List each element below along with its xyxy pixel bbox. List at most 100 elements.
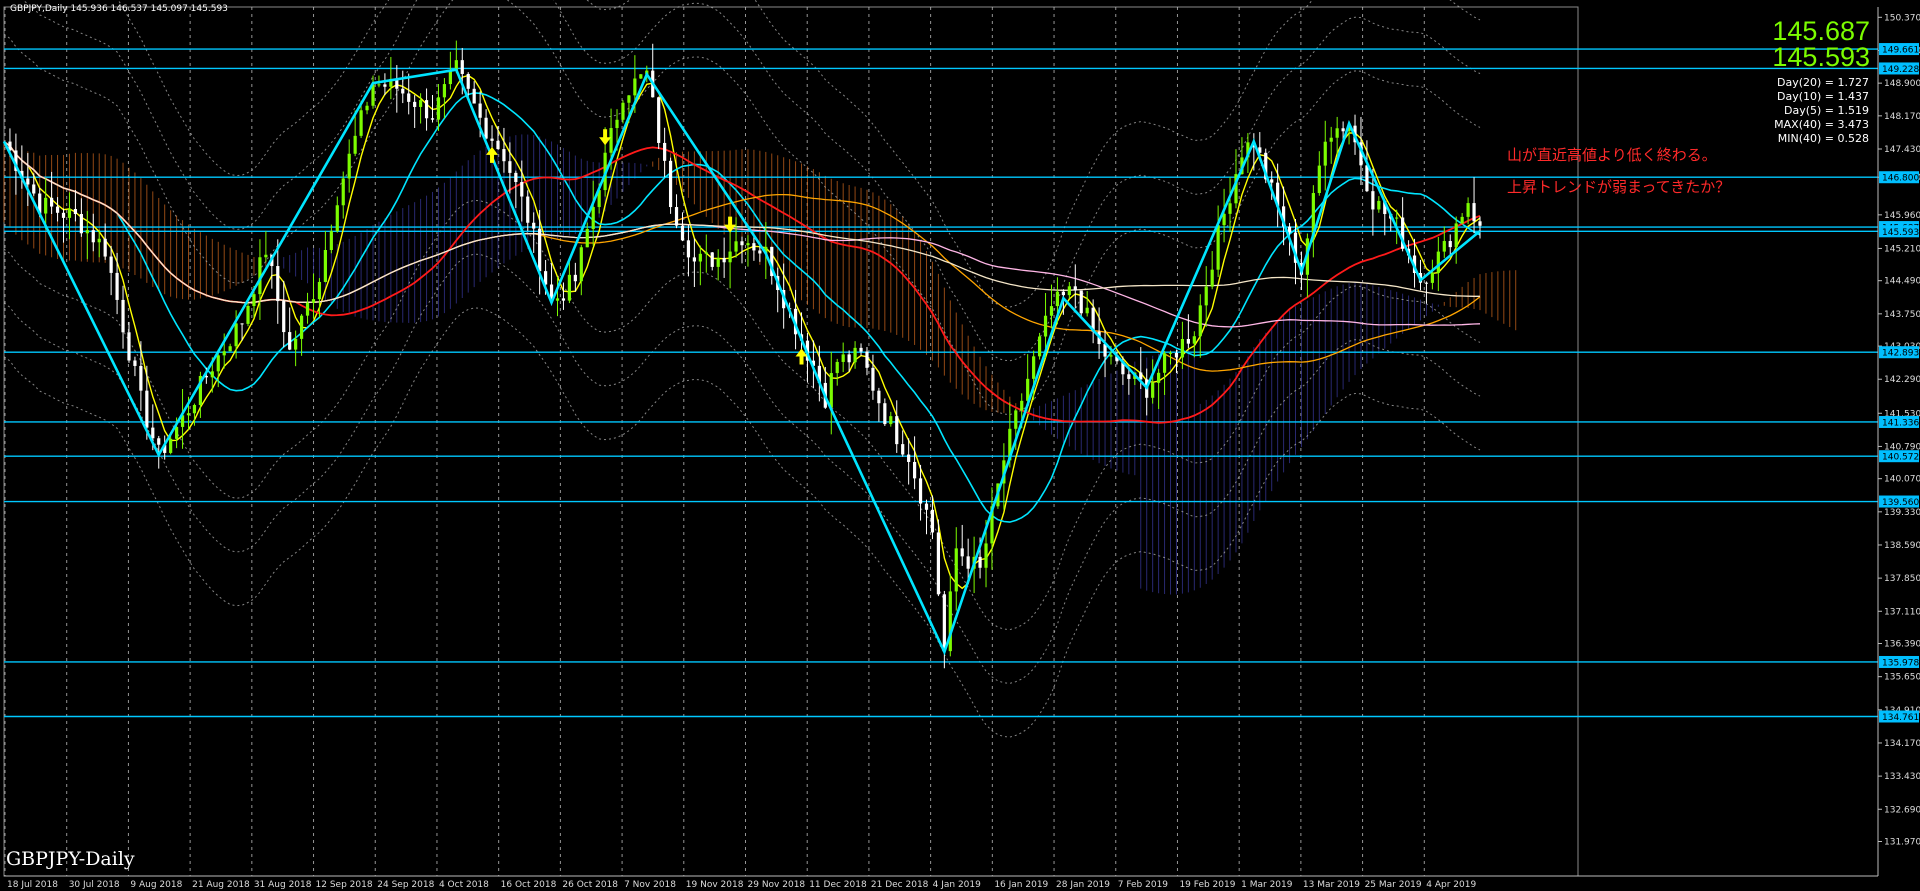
candle-body [222, 351, 226, 356]
candle-body [502, 149, 506, 162]
candle-body [710, 252, 714, 267]
time-tick-label: 11 Dec 2018 [809, 880, 867, 890]
candle-body [210, 371, 214, 378]
candle-body [299, 315, 304, 339]
candle-body [954, 548, 958, 592]
candle-body [1216, 225, 1220, 270]
time-tick-label: 16 Oct 2018 [501, 880, 557, 890]
candle-body [228, 346, 232, 352]
candle-body [538, 228, 542, 272]
candle-body [1335, 128, 1339, 138]
candle-body [317, 281, 322, 300]
candle-body [282, 301, 286, 333]
candle-body [865, 351, 869, 368]
candle-body [627, 95, 631, 103]
time-tick-label: 16 Jan 2019 [994, 880, 1048, 890]
hline-label: 142.893 [1882, 349, 1919, 359]
candle-body [424, 100, 429, 119]
candle-body [127, 332, 131, 361]
price-tick-label: 136.390 [1884, 640, 1920, 650]
price-tick-label: 143.750 [1884, 310, 1920, 320]
price-tick-label: 137.850 [1884, 574, 1920, 584]
candle-body [912, 461, 917, 479]
candle-body [841, 354, 845, 362]
candle-body [407, 93, 411, 102]
candle-body [365, 105, 369, 111]
candle-body [67, 208, 72, 218]
price-chart[interactable]: 150.370149.630148.900148.170147.430146.8… [0, 0, 1920, 891]
candle-body [942, 594, 946, 652]
price-tick-label: 137.110 [1884, 607, 1920, 617]
price-tick-label: 132.690 [1884, 805, 1920, 815]
candle-body [1151, 382, 1155, 398]
candle-body [704, 252, 708, 254]
candle-body [1317, 165, 1321, 194]
candle-body [466, 73, 470, 89]
candle-body [139, 365, 143, 391]
candle-body [883, 403, 887, 425]
candle-body [1466, 203, 1470, 217]
candle-body [442, 84, 447, 98]
candle-body [484, 117, 488, 139]
stat-min40: MIN(40) = 0.528 [1777, 132, 1869, 145]
candle-body [240, 323, 244, 325]
candle-body [984, 543, 988, 568]
candle-body [1228, 203, 1232, 214]
time-tick-label: 1 Mar 2019 [1241, 880, 1293, 890]
candle-body [377, 84, 381, 86]
candle-body [1329, 137, 1333, 142]
candle-body [103, 238, 107, 257]
candle-body [448, 70, 452, 85]
candle-body [1162, 353, 1167, 373]
candle-body [1192, 336, 1196, 344]
candle-body [133, 360, 137, 366]
hline-label: 140.572 [1882, 453, 1919, 463]
candle-body [1210, 269, 1214, 287]
grid-lines [0, 0, 1920, 891]
candle-body [79, 214, 83, 234]
candle-body [508, 161, 512, 173]
candle-body [85, 230, 89, 234]
candle-body [936, 532, 941, 595]
price-tick-label: 138.590 [1884, 541, 1920, 551]
candle-body [615, 119, 619, 129]
candle-body [889, 416, 893, 425]
price-tick-label: 134.170 [1884, 739, 1920, 749]
time-tick-label: 7 Nov 2018 [624, 880, 676, 890]
time-tick-label: 4 Jan 2019 [933, 880, 981, 890]
candle-body [430, 118, 435, 120]
time-tick-label: 29 Nov 2018 [748, 880, 806, 890]
candle-body [1287, 226, 1292, 233]
annotation-note-2: 上昇トレンドが弱まってきたか？ [1507, 178, 1731, 196]
candle-body [621, 102, 625, 120]
candle-body [1395, 217, 1399, 219]
time-tick-label: 31 Aug 2018 [254, 880, 312, 890]
candle-body [73, 208, 78, 215]
candle-body [1323, 141, 1327, 166]
candle-body [157, 438, 161, 445]
candle-body [50, 197, 54, 207]
candle-body [561, 298, 566, 301]
candle-body [746, 243, 750, 246]
candle-body [871, 367, 875, 391]
candle-body [91, 230, 95, 243]
price-tick-label: 135.650 [1884, 673, 1920, 683]
candle-body [835, 361, 839, 374]
time-tick-label: 12 Sep 2018 [316, 880, 373, 890]
candle-body [472, 88, 476, 104]
candle-body [907, 454, 911, 462]
candle-body [514, 172, 518, 183]
hline-label: 145.593 [1882, 228, 1919, 238]
stat-max40: MAX(40) = 3.473 [1774, 118, 1869, 131]
candle-body [639, 74, 643, 79]
candle-body [55, 206, 60, 213]
time-tick-label: 19 Nov 2018 [686, 880, 744, 890]
candle-body [859, 347, 863, 352]
candle-body [264, 254, 268, 258]
stat-day20: Day(20) = 1.727 [1776, 76, 1869, 89]
candle-body [1079, 290, 1083, 314]
candle-body [490, 138, 494, 141]
candle-body [668, 160, 673, 208]
candle-body [573, 274, 577, 282]
candle-body [186, 413, 191, 416]
